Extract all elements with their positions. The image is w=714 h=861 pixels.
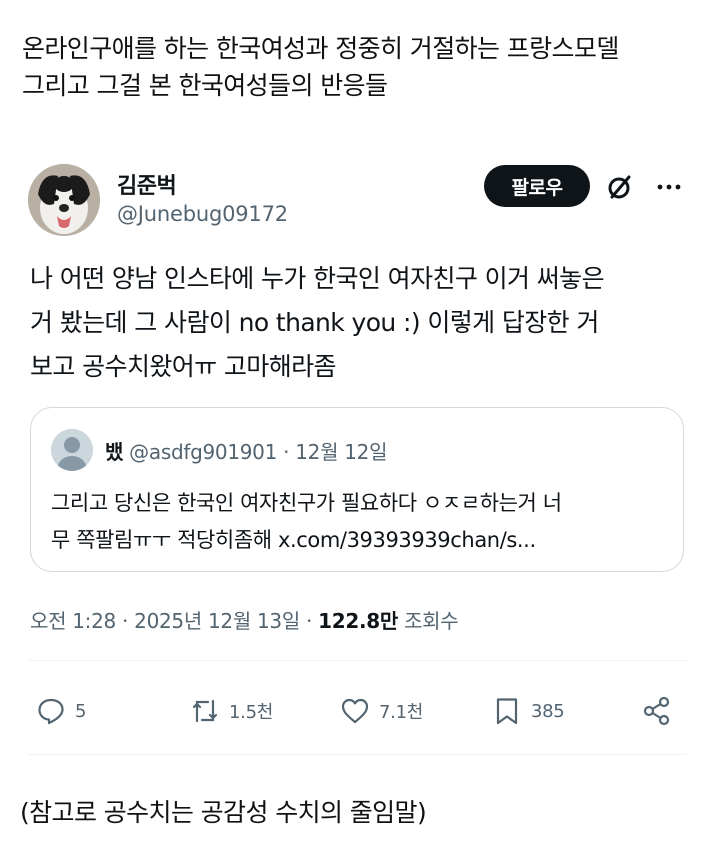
like-button[interactable]: 7.1천 (340, 693, 423, 729)
author-name[interactable]: 김준벅 (117, 168, 177, 200)
views-count: 122.8만 (318, 609, 399, 633)
like-count: 7.1천 (379, 702, 423, 723)
tweet-text-line: 보고 공수치왔어ㅠ 고마해라좀 (30, 352, 337, 381)
more-icon[interactable] (654, 172, 684, 202)
tweet-text: 나 어떤 양남 인스타에 누가 한국인 여자친구 이거 써놓은 거 봤는데 그 … (30, 257, 690, 389)
quoted-tweet[interactable]: 뱄 @asdfg901901 · 12월 12일 그리고 당신은 한국인 여자친… (30, 407, 684, 572)
views-label: 조회수 (398, 609, 459, 633)
bookmark-button[interactable]: 385 (492, 693, 565, 729)
reply-count: 5 (75, 700, 87, 722)
footer-note: (참고로 공수치는 공감성 수치의 줄임말) (20, 798, 427, 827)
post-title: 온라인구애를 하는 한국여성과 정중히 거절하는 프랑스모델 그리고 그걸 본 … (22, 30, 702, 104)
reply-icon (38, 698, 64, 725)
author-handle[interactable]: @Junebug09172 (117, 202, 288, 226)
quoted-text-line: 그리고 당신은 한국인 여자친구가 필요하다 ㅇㅈㄹ하는거 너 (51, 491, 562, 515)
timestamp[interactable]: 오전 1:28 · 2025년 12월 13일 · (30, 609, 318, 633)
share-button[interactable] (642, 693, 672, 729)
repost-count: 1.5천 (229, 702, 273, 723)
quoted-avatar[interactable] (51, 429, 93, 471)
quoted-author-name[interactable]: 뱄 (105, 440, 123, 464)
quoted-text-line: 무 쪽팔림ㅠㅜ 적당히좀해 x.com/39393939chan/s... (51, 528, 536, 552)
quoted-date[interactable]: 12월 12일 (295, 440, 387, 464)
follow-button[interactable]: 팔로우 (484, 165, 590, 207)
bookmark-icon (496, 698, 518, 725)
grok-icon[interactable] (605, 172, 635, 202)
bookmark-count: 385 (531, 700, 565, 722)
repost-icon (192, 699, 218, 723)
repost-button[interactable]: 1.5천 (190, 693, 273, 729)
post-title-line-2: 그리고 그걸 본 한국여성들의 반응들 (22, 71, 388, 100)
tweet-text-line: 거 봤는데 그 사람이 no thank you :) 이렇게 답장한 거 (30, 308, 599, 337)
avatar[interactable] (28, 164, 100, 236)
quoted-author-handle[interactable]: @asdfg901901 (129, 440, 277, 464)
post-title-line-1: 온라인구애를 하는 한국여성과 정중히 거절하는 프랑스모델 (22, 34, 619, 63)
timestamp-row: 오전 1:28 · 2025년 12월 13일 · 122.8만 조회수 (30, 605, 459, 634)
divider (28, 754, 686, 755)
like-icon (341, 698, 369, 724)
share-icon (643, 696, 670, 726)
tweet-text-line: 나 어떤 양남 인스타에 누가 한국인 여자친구 이거 써놓은 (30, 264, 605, 293)
divider (28, 660, 686, 661)
quoted-separator: · (283, 440, 290, 464)
quoted-text: 그리고 당신은 한국인 여자친구가 필요하다 ㅇㅈㄹ하는거 너 무 쪽팔림ㅠㅜ … (51, 485, 671, 559)
tweet-card: 김준벅 @Junebug09172 팔로우 나 어떤 양남 인스타에 누가 한국… (0, 148, 714, 763)
reply-button[interactable]: 5 (36, 693, 86, 729)
quoted-meta: 뱄 @asdfg901901 · 12월 12일 (105, 436, 387, 465)
